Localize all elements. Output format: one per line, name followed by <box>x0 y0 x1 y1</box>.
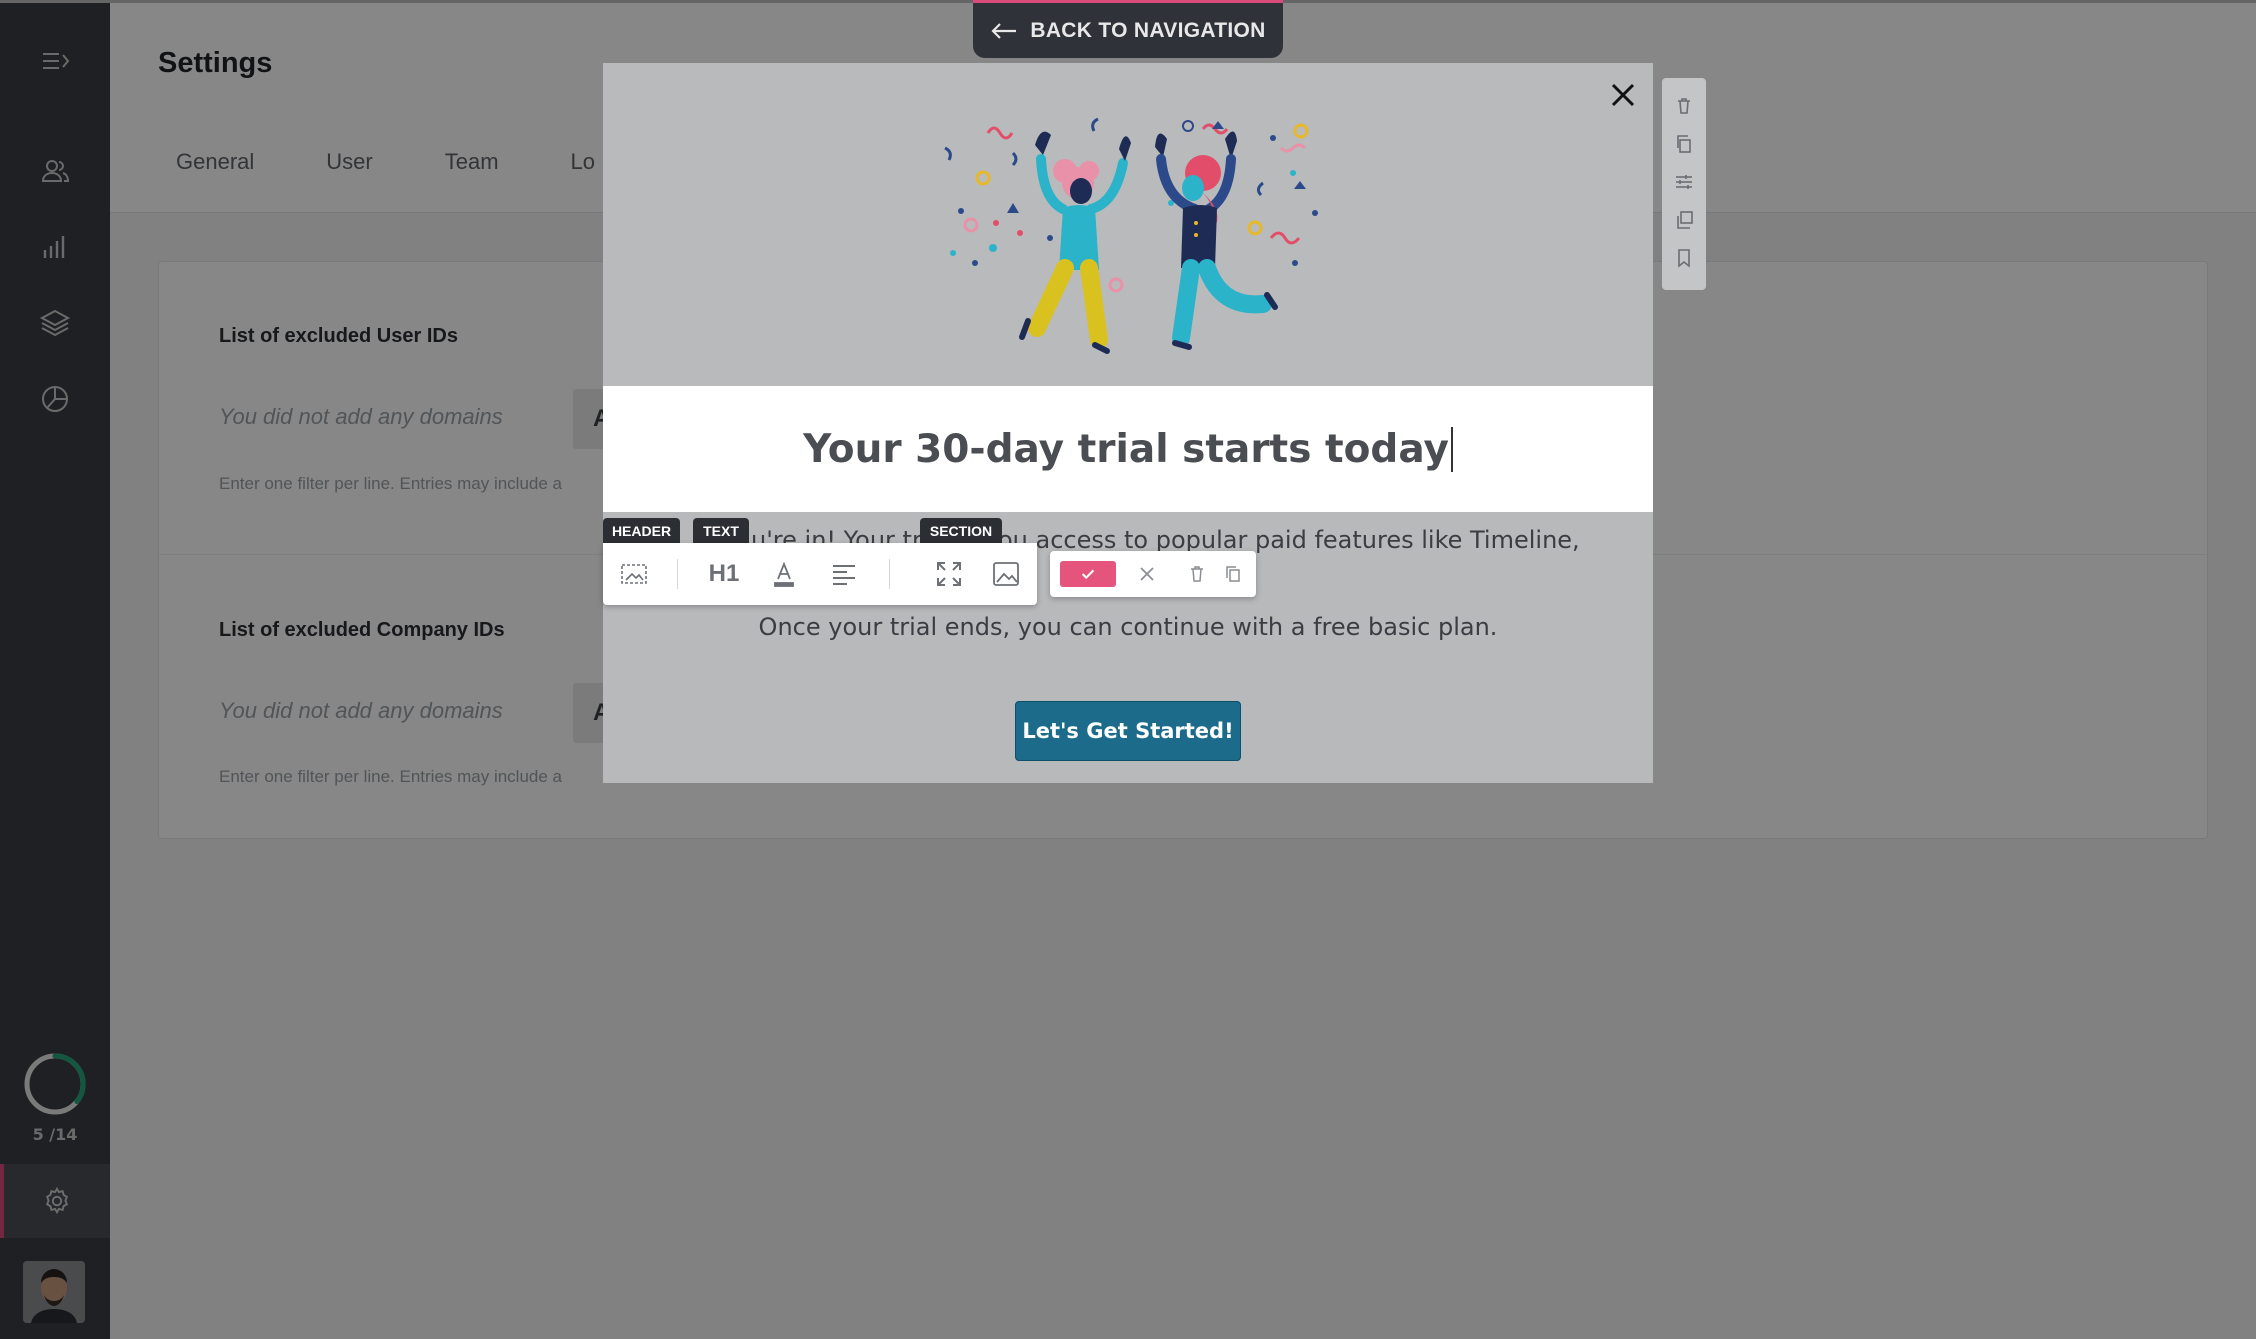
tag-text[interactable]: TEXT <box>693 518 749 543</box>
back-nav-label: BACK TO NAVIGATION <box>1030 18 1266 42</box>
duplicate-icon[interactable] <box>1670 206 1698 234</box>
arrow-left-icon <box>991 22 1017 39</box>
modal-heading[interactable]: Your 30-day trial starts today <box>803 426 1453 472</box>
image-icon[interactable] <box>981 543 1031 605</box>
separator <box>889 559 890 589</box>
text-color-icon[interactable] <box>759 543 809 605</box>
get-started-button[interactable]: Let's Get Started! <box>1015 701 1241 761</box>
copy-icon[interactable] <box>1218 559 1248 589</box>
back-to-navigation-button[interactable]: BACK TO NAVIGATION <box>973 0 1283 58</box>
copy-icon[interactable] <box>1670 130 1698 158</box>
body-text-right: ou access to popular paid features like … <box>998 526 1580 554</box>
header-image-icon[interactable] <box>609 543 659 605</box>
modal-header-image[interactable] <box>603 63 1653 386</box>
trash-icon[interactable] <box>1670 92 1698 120</box>
edit-confirm-toolbar <box>1050 551 1256 597</box>
heading-block[interactable]: Your 30-day trial starts today <box>603 386 1653 512</box>
modal-body-line-2[interactable]: Once your trial ends, you can continue w… <box>603 613 1653 641</box>
formatting-toolbar: H1 <box>603 543 1037 605</box>
align-left-icon[interactable] <box>819 543 869 605</box>
block-actions-toolbar <box>1662 78 1706 290</box>
close-icon[interactable] <box>1605 77 1641 113</box>
tag-section[interactable]: SECTION <box>920 518 1002 543</box>
trash-icon[interactable] <box>1182 559 1212 589</box>
separator <box>677 559 678 589</box>
sliders-icon[interactable] <box>1670 168 1698 196</box>
confirm-check-icon[interactable] <box>1060 561 1116 587</box>
expand-icon[interactable] <box>924 543 974 605</box>
heading-level-button[interactable]: H1 <box>699 543 749 605</box>
tag-header[interactable]: HEADER <box>603 518 680 543</box>
trial-modal: Your 30-day trial starts today u're in! … <box>603 63 1653 783</box>
bookmark-icon[interactable] <box>1670 244 1698 272</box>
cancel-x-icon[interactable] <box>1132 559 1162 589</box>
celebration-illustration <box>944 117 1318 354</box>
